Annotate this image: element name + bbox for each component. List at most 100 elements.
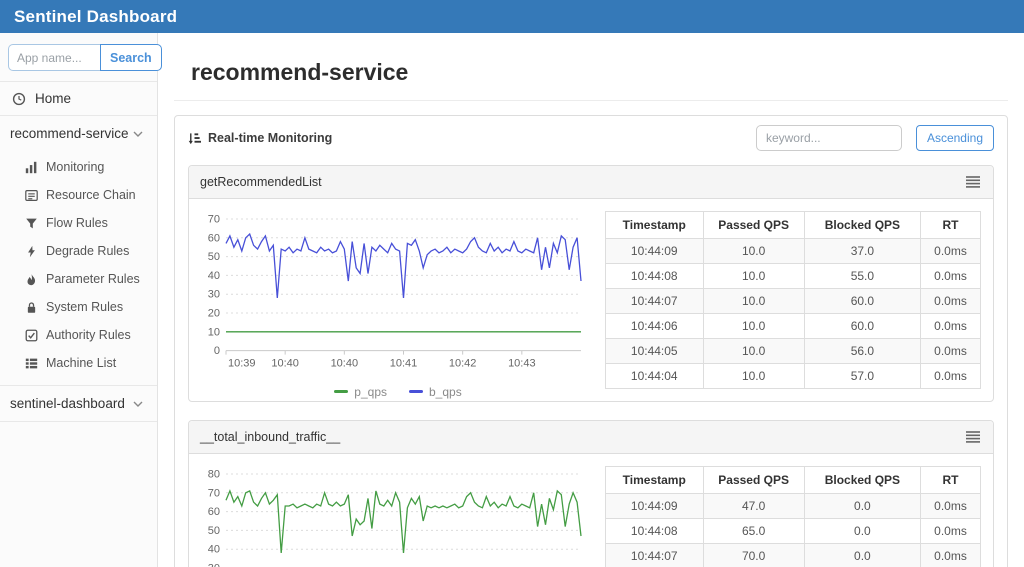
clock-icon — [12, 92, 26, 106]
app-search-button[interactable]: Search — [100, 44, 162, 71]
table-cell: 10:44:08 — [605, 263, 704, 289]
divider — [0, 421, 157, 422]
svg-text:0: 0 — [214, 345, 220, 357]
legend-label: b_qps — [429, 384, 462, 399]
filter-icon — [25, 217, 38, 230]
qps-line-chart: 70 60 50 40 30 20 10 0 10:39 10:40 10:40 10:41 10:42… — [199, 211, 597, 399]
svg-text:40: 40 — [208, 270, 220, 282]
table-cell: 57.0 — [803, 363, 922, 389]
table-header-cell: RT — [920, 465, 981, 494]
table-header-cell: Passed QPS — [702, 211, 805, 239]
sidebar-item-monitoring[interactable]: Monitoring — [0, 153, 157, 181]
table-cell: 0.0ms — [920, 542, 981, 567]
table-cell: 60.0 — [803, 288, 922, 314]
resource-panel-total-inbound-traffic: __total_inbound_traffic__ 80706050403020… — [188, 419, 994, 567]
table-header-cell: Timestamp — [605, 211, 704, 239]
svg-text:10:42: 10:42 — [449, 358, 477, 370]
svg-text:30: 30 — [208, 289, 220, 301]
sidebar-item-authority-rules[interactable]: Authority Rules — [0, 321, 157, 349]
table-row: 10:44:08 10.0 55.0 0.0ms — [605, 263, 981, 289]
sidebar-item-label: Resource Chain — [46, 188, 136, 202]
table-row: 10:44:04 10.0 57.0 0.0ms — [605, 363, 981, 389]
table-cell: 0.0ms — [920, 363, 981, 389]
table-cell: 10.0 — [702, 313, 805, 339]
sidebar-app-recommend-service[interactable]: recommend-service — [0, 116, 157, 151]
svg-text:80: 80 — [208, 468, 220, 480]
table-cell: 10:44:04 — [605, 363, 704, 389]
svg-text:10:41: 10:41 — [390, 358, 418, 370]
table-cell: 10:44:07 — [605, 542, 704, 567]
svg-text:60: 60 — [208, 506, 220, 518]
svg-text:10: 10 — [208, 326, 220, 338]
sidebar: Search Home recommend-service Monitoring — [0, 33, 162, 567]
ascending-sort-button[interactable]: Ascending — [915, 125, 994, 151]
sidebar-item-label: System Rules — [46, 300, 124, 314]
table-row: 10:44:07 10.0 60.0 0.0ms — [605, 288, 981, 314]
svg-text:30: 30 — [208, 562, 220, 567]
sidebar-item-flow-rules[interactable]: Flow Rules — [0, 209, 157, 237]
table-cell: 56.0 — [803, 338, 922, 364]
sidebar-item-parameter-rules[interactable]: Parameter Rules — [0, 265, 157, 293]
sidebar-item-home[interactable]: Home — [0, 82, 157, 115]
resource-panel-heading: getRecommendedList — [189, 166, 993, 199]
sidebar-item-label: Machine List — [46, 356, 117, 370]
table-cell: 10:44:08 — [605, 517, 704, 544]
sidebar-item-label: Authority Rules — [46, 328, 131, 342]
svg-text:70: 70 — [208, 214, 220, 226]
table-cell: 0.0ms — [920, 338, 981, 364]
table-cell: 70.0 — [702, 542, 805, 567]
app-header: Sentinel Dashboard — [0, 0, 1024, 33]
panel-menu-icon[interactable] — [964, 429, 982, 445]
legend-item[interactable]: b_qps — [409, 385, 462, 399]
table-header-cell: Passed QPS — [702, 465, 805, 494]
table-header-row: Timestamp Passed QPS Blocked QPS RT — [605, 211, 981, 239]
table-cell: 0.0ms — [920, 517, 981, 544]
table-cell: 0.0ms — [920, 492, 981, 519]
sidebar-item-label: Parameter Rules — [46, 272, 140, 286]
table-cell: 10.0 — [702, 263, 805, 289]
table-header-cell: Blocked QPS — [803, 465, 922, 494]
list-alt-icon — [25, 189, 38, 202]
table-cell: 10:44:09 — [605, 238, 704, 264]
main-content: recommend-service Real-time Monitoring A… — [158, 33, 1024, 567]
chart-svg: 70 60 50 40 30 20 10 0 10:39 10:40 10:40 10:41 10:42… — [208, 214, 582, 370]
table-cell: 10:44:07 — [605, 288, 704, 314]
svg-text:20: 20 — [208, 308, 220, 320]
legend-item[interactable]: p_qps — [334, 385, 387, 399]
sidebar-item-machine-list[interactable]: Machine List — [0, 349, 157, 377]
table-header-cell: Blocked QPS — [803, 211, 922, 239]
table-cell: 0.0ms — [920, 288, 981, 314]
table-cell: 0.0 — [803, 492, 922, 519]
fire-icon — [25, 273, 38, 286]
divider — [174, 100, 1008, 101]
sidebar-app-sentinel-dashboard[interactable]: sentinel-dashboard — [0, 386, 157, 421]
table-cell: 60.0 — [803, 313, 922, 339]
table-cell: 65.0 — [702, 517, 805, 544]
sidebar-item-label: Home — [35, 91, 72, 106]
table-cell: 10.0 — [702, 338, 805, 364]
metrics-table: Timestamp Passed QPS Blocked QPS RT 10:44:09… — [605, 465, 981, 567]
table-cell: 0.0 — [803, 542, 922, 567]
sidebar-item-label: Flow Rules — [46, 216, 108, 230]
app-search-group: Search — [8, 44, 162, 71]
page-title: recommend-service — [191, 59, 409, 85]
table-cell: 10:44:09 — [605, 492, 704, 519]
table-row: 10:44:09 47.0 0.0 0.0ms — [605, 492, 981, 519]
app-search-input[interactable] — [8, 44, 100, 71]
table-cell: 10.0 — [702, 288, 805, 314]
svg-text:60: 60 — [208, 232, 220, 244]
keyword-input[interactable] — [755, 125, 902, 151]
svg-text:70: 70 — [208, 487, 220, 499]
sidebar-item-degrade-rules[interactable]: Degrade Rules — [0, 237, 157, 265]
app-group-label: recommend-service — [10, 126, 129, 141]
svg-text:10:43: 10:43 — [508, 358, 536, 370]
sidebar-item-system-rules[interactable]: System Rules — [0, 293, 157, 321]
legend-dash-icon — [409, 390, 423, 394]
chevron-down-icon — [133, 396, 143, 411]
sidebar-item-resource-chain[interactable]: Resource Chain — [0, 181, 157, 209]
sidebar-item-label: Monitoring — [46, 160, 105, 174]
resource-title: __total_inbound_traffic__ — [200, 429, 341, 444]
panel-menu-icon[interactable] — [964, 174, 982, 190]
monitoring-panel-title: Real-time Monitoring — [208, 131, 333, 145]
resource-title: getRecommendedList — [200, 175, 322, 189]
